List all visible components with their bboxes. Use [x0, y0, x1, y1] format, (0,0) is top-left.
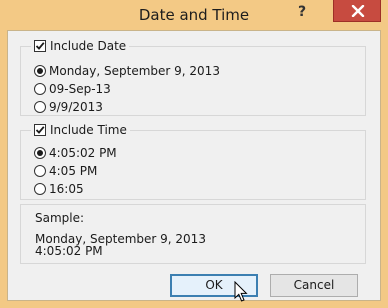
option-label: 4:05:02 PM: [49, 146, 117, 160]
radio-button[interactable]: [34, 83, 46, 95]
radio-button[interactable]: [34, 165, 46, 177]
include-date-checkbox[interactable]: [34, 40, 46, 52]
time-format-option[interactable]: 16:05: [34, 181, 84, 197]
radio-button[interactable]: [34, 65, 46, 77]
sample-label: Sample:: [35, 211, 85, 225]
help-icon[interactable]: ?: [295, 4, 309, 22]
date-format-option[interactable]: 09-Sep-13: [34, 81, 111, 97]
checkmark-icon: [35, 42, 45, 50]
date-format-option[interactable]: 9/9/2013: [34, 99, 103, 115]
include-time-group: Include Time 4:05:02 PM 4:05 PM 16:05: [20, 122, 366, 200]
dialog-title: Date and Time: [138, 6, 250, 24]
date-format-option[interactable]: Monday, September 9, 2013: [34, 63, 220, 79]
window-frame-bottom: [0, 301, 388, 308]
option-label: 09-Sep-13: [49, 82, 111, 96]
include-time-toggle[interactable]: Include Time: [31, 122, 130, 138]
window-frame-right: [381, 30, 388, 308]
mouse-pointer-icon: [234, 281, 248, 302]
time-format-option[interactable]: 4:05 PM: [34, 163, 97, 179]
option-label: Monday, September 9, 2013: [49, 64, 220, 78]
cancel-button[interactable]: Cancel: [270, 274, 358, 297]
include-time-label: Include Time: [50, 123, 127, 137]
include-time-checkbox[interactable]: [34, 124, 46, 136]
include-date-group: Include Date Monday, September 9, 2013 0…: [20, 38, 366, 116]
window-frame-left: [0, 30, 7, 308]
radio-button[interactable]: [34, 183, 46, 195]
date-and-time-dialog: Date and Time ? Include Date Monday, Sep…: [0, 0, 388, 308]
sample-line-time: 4:05:02 PM: [35, 244, 103, 258]
radio-button[interactable]: [34, 101, 46, 113]
option-label: 9/9/2013: [49, 100, 103, 114]
include-date-label: Include Date: [50, 39, 127, 53]
time-format-option[interactable]: 4:05:02 PM: [34, 145, 117, 161]
close-icon: [351, 5, 365, 17]
option-label: 4:05 PM: [49, 164, 98, 178]
option-label: 16:05: [49, 182, 84, 196]
title-bar[interactable]: Date and Time ?: [0, 0, 388, 30]
include-date-toggle[interactable]: Include Date: [31, 38, 130, 54]
sample-preview: Monday, September 9, 2013 4:05:02 PM: [35, 233, 206, 257]
close-button[interactable]: [333, 0, 381, 22]
radio-button[interactable]: [34, 147, 46, 159]
checkmark-icon: [35, 126, 45, 134]
